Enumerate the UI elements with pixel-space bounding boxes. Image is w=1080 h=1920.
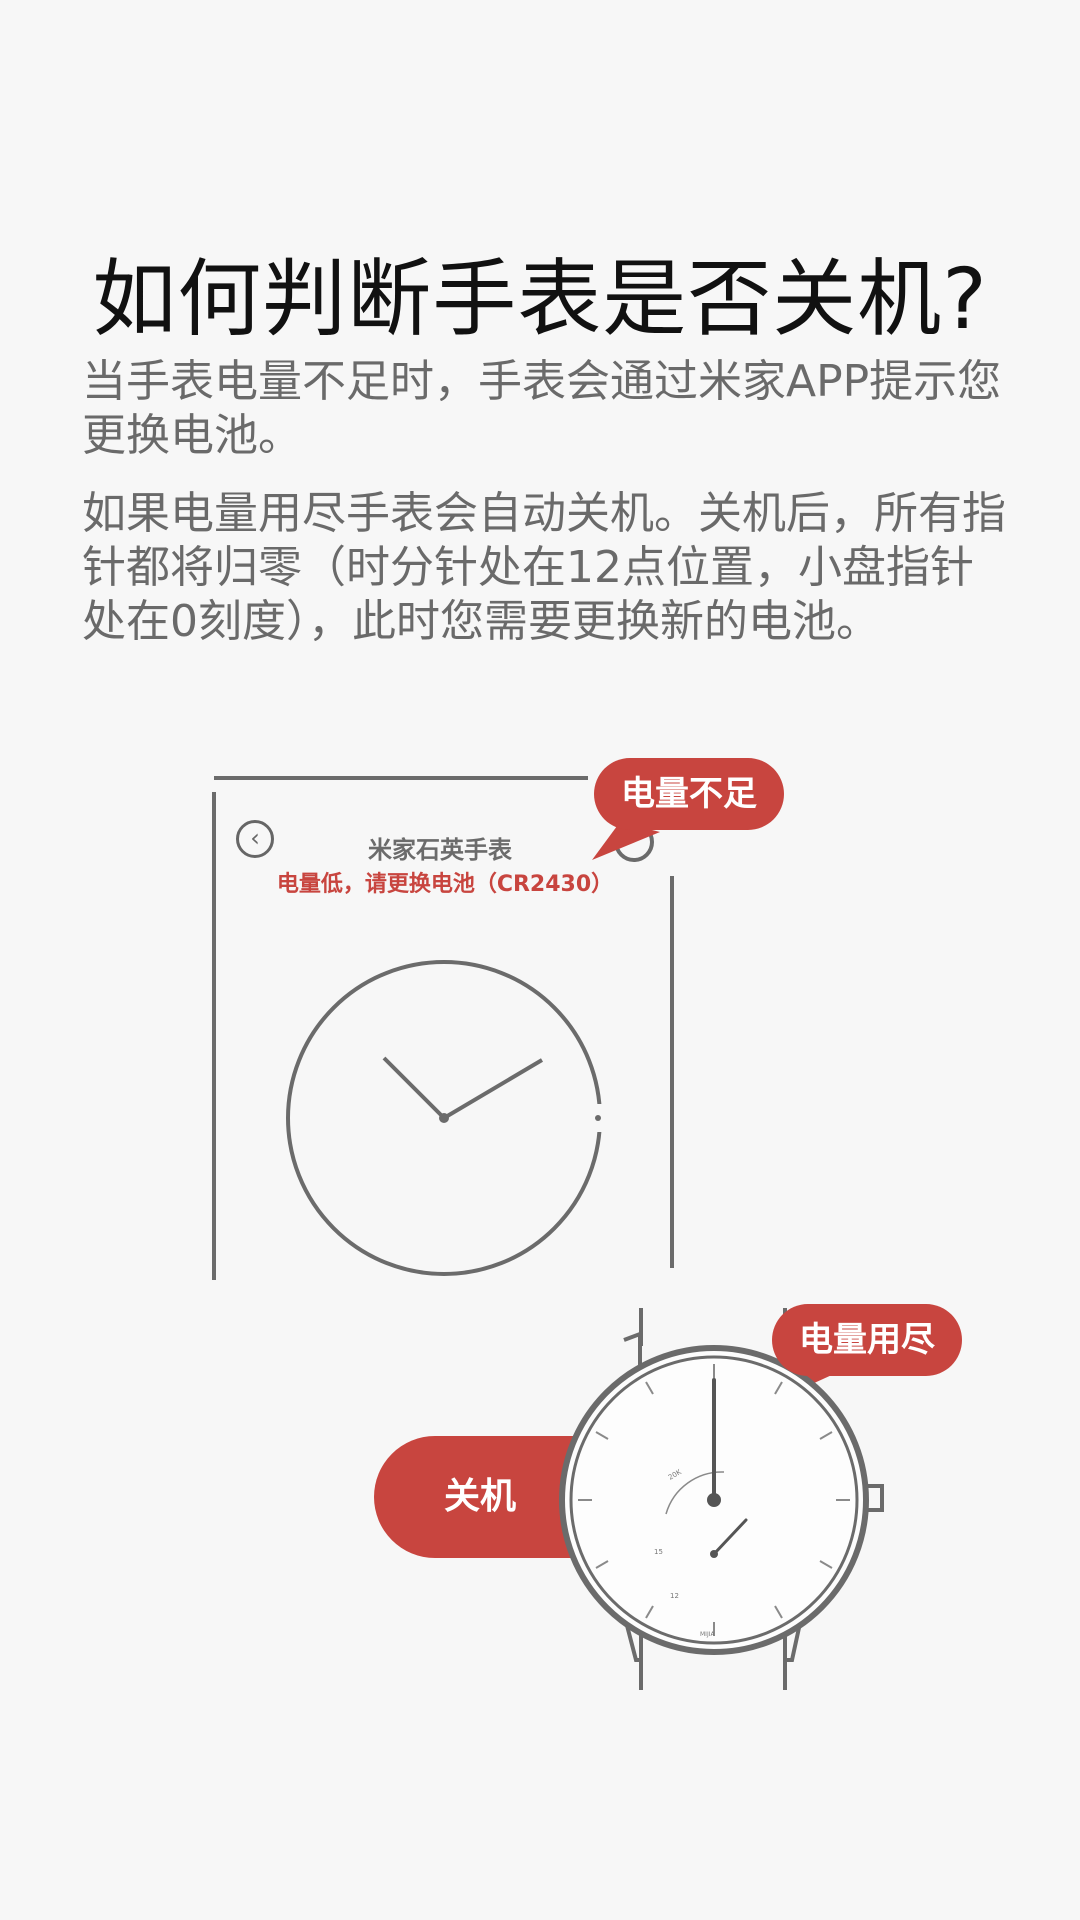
- phone-hour-hand: [382, 1056, 446, 1120]
- phone-app-title: 米家石英手表: [368, 836, 512, 864]
- back-arrow-icon: ‹: [236, 820, 274, 858]
- phone-battery-warning: 电量低，请更换电池（CR2430）: [276, 872, 614, 897]
- bubble-low-battery: 电量不足: [594, 758, 784, 830]
- bubble-battery-empty: 电量用尽: [772, 1304, 962, 1376]
- svg-text:12: 12: [670, 1592, 679, 1600]
- svg-text:15: 15: [654, 1548, 663, 1556]
- paragraph-power-off: 如果电量用尽手表会自动关机。关机后，所有指针都将归零（时分针处在12点位置，小盘…: [82, 488, 1006, 647]
- phone-minute-hand: [442, 1058, 544, 1120]
- paragraph-low-battery: 当手表电量不足时，手表会通过米家APP提示您更换电池。: [82, 356, 1002, 461]
- watch-illustration: 20K 15 12 MIJIA: [559, 1345, 869, 1655]
- page-title: 如何判断手表是否关机?: [92, 250, 988, 348]
- svg-text:MIJIA: MIJIA: [700, 1631, 715, 1638]
